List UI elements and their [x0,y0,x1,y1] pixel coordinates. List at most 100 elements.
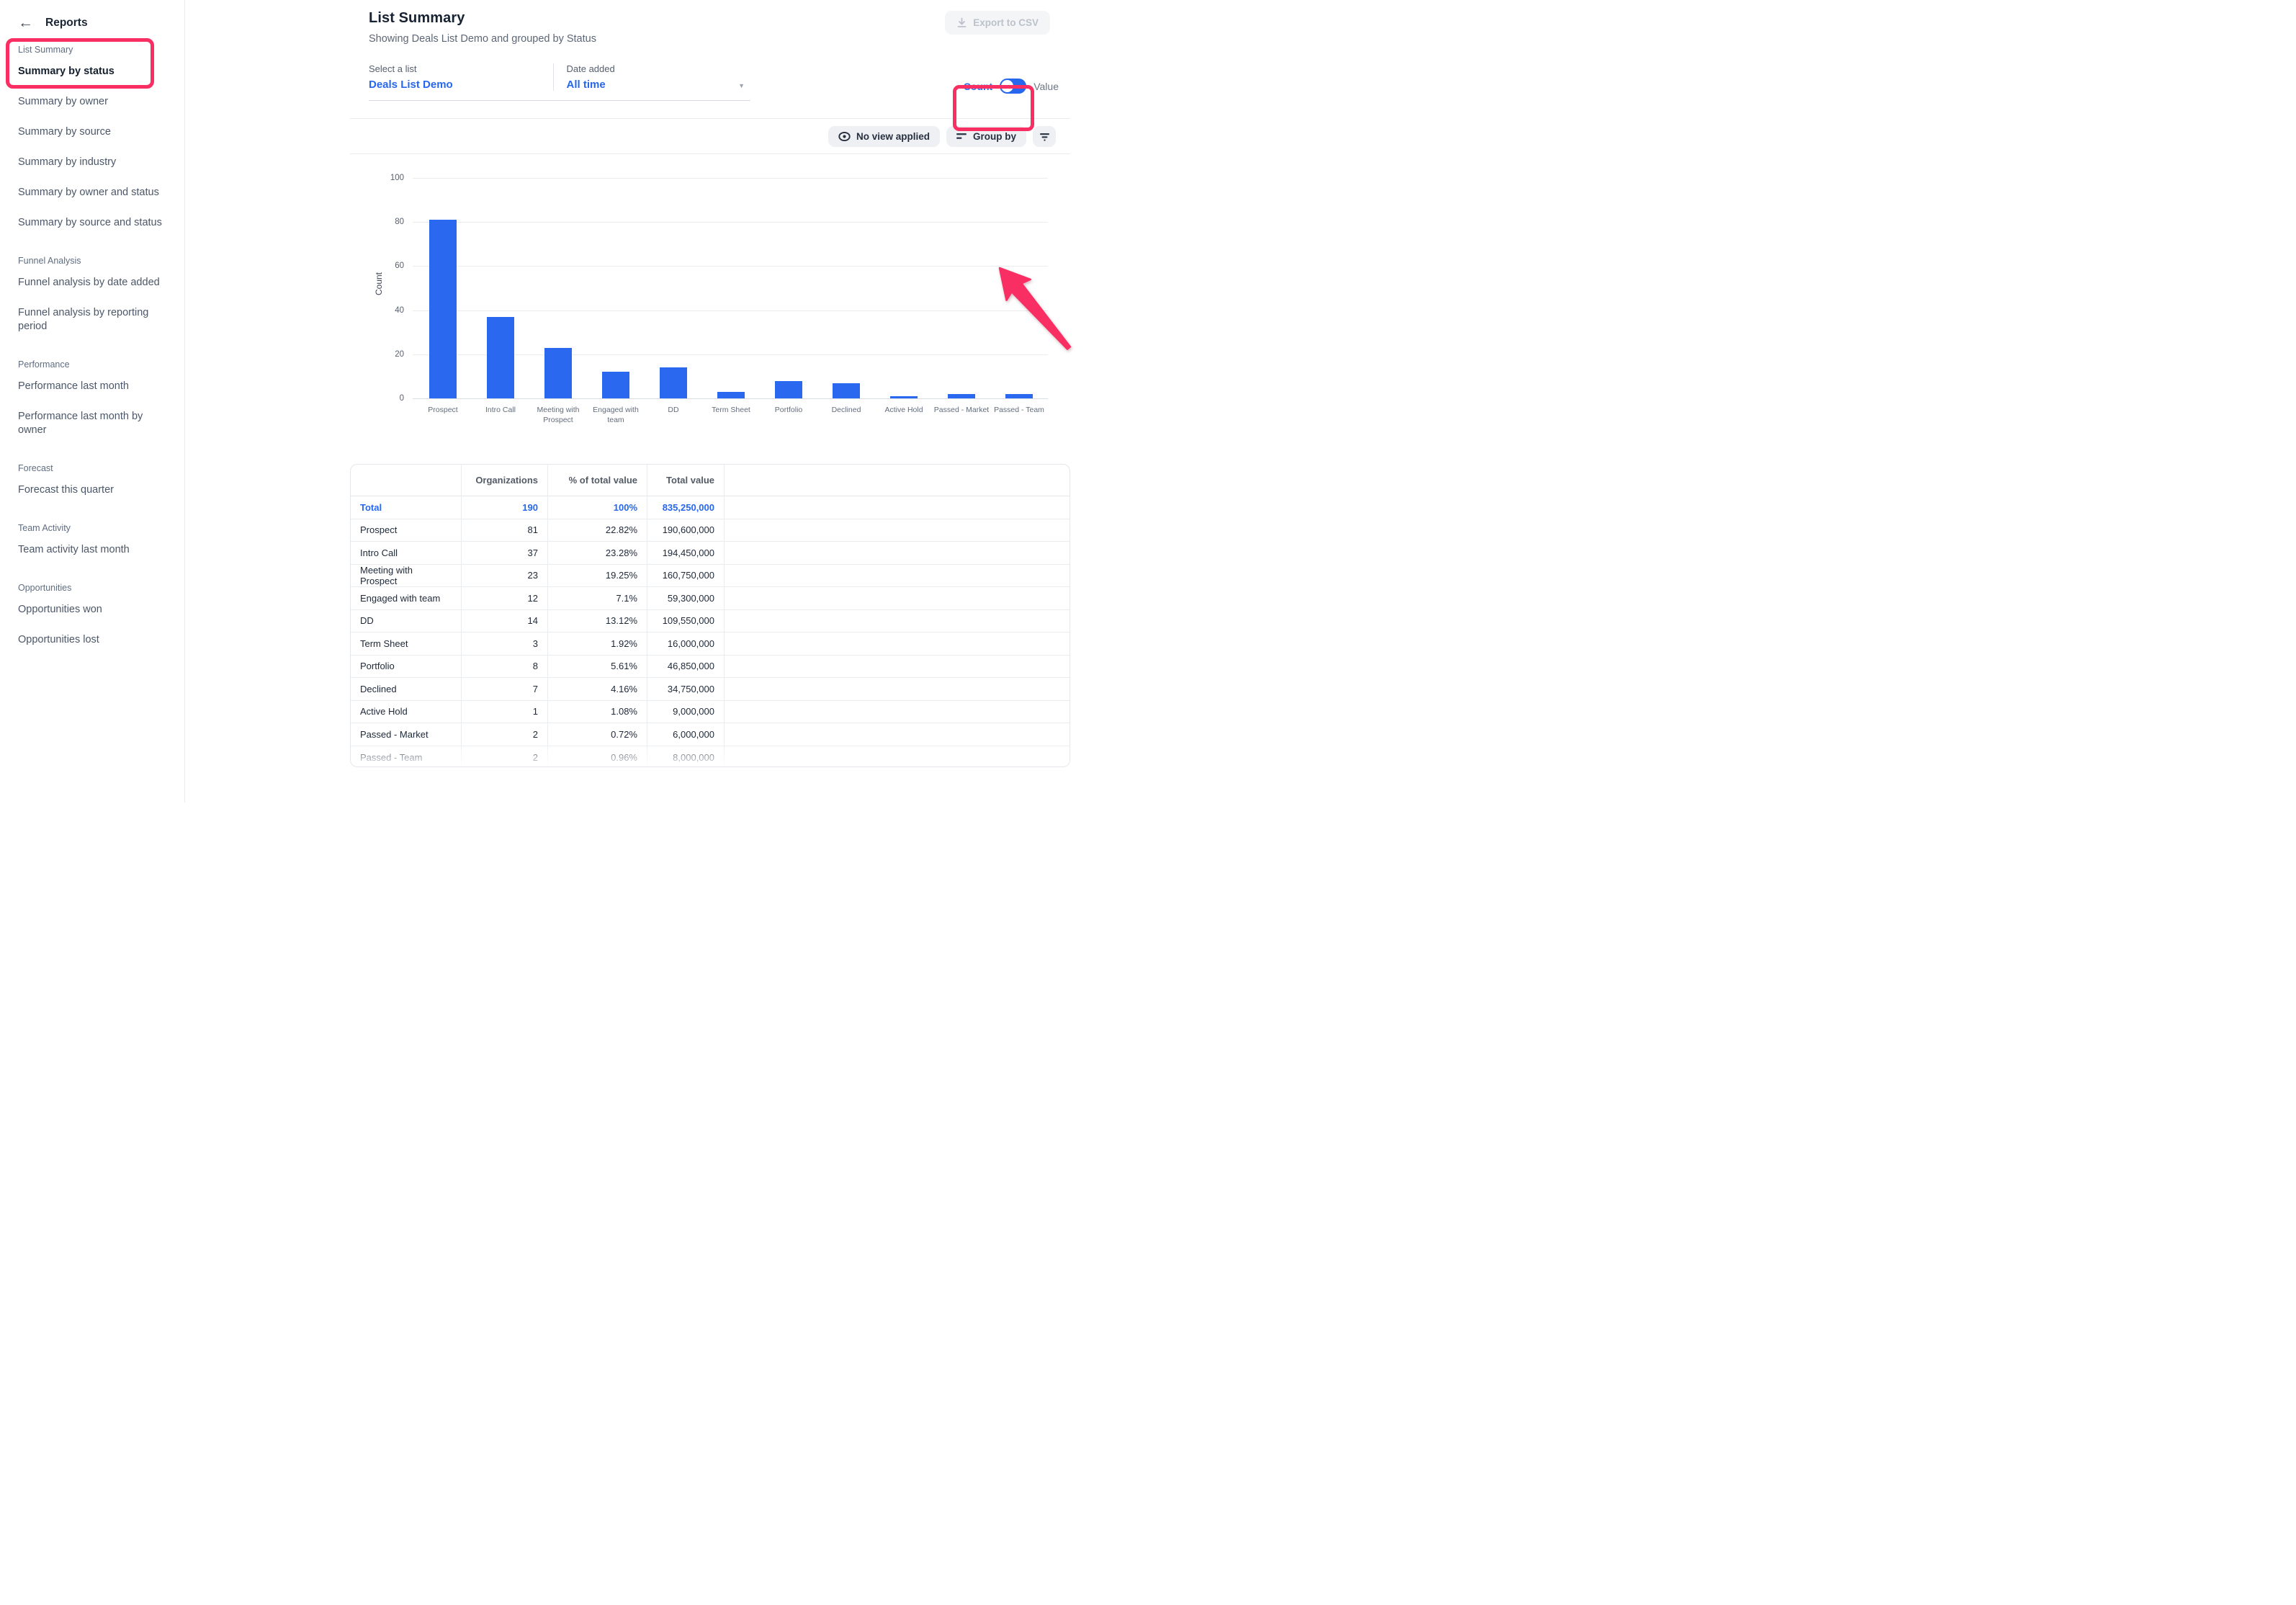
cell-total-value: 9,000,000 [647,701,725,723]
no-view-applied-button[interactable]: No view applied [828,126,940,147]
cell-organizations: 2 [462,746,548,768]
group-by-icon [956,132,967,140]
bar-intro-call[interactable] [487,317,514,398]
group-by-button[interactable]: Group by [946,126,1026,147]
cell-pct-of-total-value: 13.12% [548,610,647,632]
cell-pct-of-total-value: 5.61% [548,656,647,678]
bar-passed-team[interactable] [1005,394,1033,398]
download-icon [956,17,967,28]
cell-total-value: 194,450,000 [647,542,725,564]
table-row-passed-team[interactable]: Passed - Team20.96%8,000,000 [351,746,1069,768]
sidebar-item-summary-by-owner[interactable]: Summary by owner [18,86,171,117]
bar-prospect[interactable] [429,220,457,398]
chart-plot-area: 100806040200ProspectIntro CallMeeting wi… [413,178,1048,398]
table-row-prospect[interactable]: Prospect8122.82%190,600,000 [351,519,1069,542]
table-row-portfolio[interactable]: Portfolio85.61%46,850,000 [351,656,1069,679]
sidebar-item-summary-by-source[interactable]: Summary by source [18,117,171,147]
table-row-active-hold[interactable]: Active Hold11.08%9,000,000 [351,701,1069,724]
group-by-label: Group by [973,131,1016,142]
cell-organizations: 8 [462,656,548,678]
list-select-label: Select a list [369,63,553,74]
y-axis-title: Count [374,272,384,295]
table-row-dd[interactable]: DD1413.12%109,550,000 [351,610,1069,633]
cell-total-value: 46,850,000 [647,656,725,678]
cell-total-value: 835,250,000 [647,496,725,519]
main-content: List Summary Showing Deals List Demo and… [350,0,1070,802]
table-row-declined[interactable]: Declined74.16%34,750,000 [351,678,1069,701]
cell-name: Engaged with team [351,587,462,609]
export-to-csv-label: Export to CSV [973,17,1039,28]
y-tick-label: 60 [375,261,404,270]
table-row-engaged-with-team[interactable]: Engaged with team127.1%59,300,000 [351,587,1069,610]
table-row-meeting-with-prospect[interactable]: Meeting with Prospect2319.25%160,750,000 [351,565,1069,588]
cell-pct-of-total-value: 4.16% [548,678,647,700]
cell-total-value: 6,000,000 [647,723,725,746]
table-row-intro-call[interactable]: Intro Call3723.28%194,450,000 [351,542,1069,565]
table-row-passed-market[interactable]: Passed - Market20.72%6,000,000 [351,723,1069,746]
sidebar-item-opportunities-lost[interactable]: Opportunities lost [18,625,171,655]
cell-filler [725,587,1069,609]
column-header: Total value [647,465,725,496]
cell-name: DD [351,610,462,632]
bar-engaged-with-team[interactable] [602,372,629,398]
sidebar-item-opportunities-won[interactable]: Opportunities won [18,594,171,625]
y-tick-label: 20 [375,350,404,359]
sidebar-item-summary-by-source-and-status[interactable]: Summary by source and status [18,207,171,238]
cell-filler [725,656,1069,678]
cell-total-value: 16,000,000 [647,632,725,655]
x-axis-label: Term Sheet [700,406,762,416]
sidebar-item-funnel-analysis-by-reporting-period[interactable]: Funnel analysis by reporting period [18,298,171,341]
value-toggle-label[interactable]: Value [1033,81,1059,92]
sidebar-item-summary-by-owner-and-status[interactable]: Summary by owner and status [18,177,171,207]
bar-passed-market[interactable] [948,394,975,398]
sidebar-item-summary-by-status[interactable]: Summary by status [18,56,171,86]
sidebar-header: ← Reports [18,16,171,30]
cell-name: Prospect [351,519,462,542]
sidebar-item-team-activity-last-month[interactable]: Team activity last month [18,535,171,565]
gridline-80 [413,222,1048,223]
cell-name: Term Sheet [351,632,462,655]
column-header [725,465,1069,496]
sidebar-item-summary-by-industry[interactable]: Summary by industry [18,147,171,177]
back-arrow-icon[interactable]: ← [18,16,33,30]
bar-meeting-with-prospect[interactable] [544,348,572,398]
count-toggle-label[interactable]: Count [964,81,992,92]
bar-active-hold[interactable] [890,396,918,398]
cell-name: Passed - Market [351,723,462,746]
x-axis-label: Portfolio [758,406,820,416]
chevron-down-icon[interactable]: ▼ [738,82,745,89]
cell-filler [725,565,1069,587]
filter-button[interactable] [1033,126,1056,147]
sidebar-section-label: Funnel Analysis [18,256,171,266]
no-view-applied-label: No view applied [856,131,930,142]
sidebar-title: Reports [45,17,88,30]
sidebar-item-forecast-this-quarter[interactable]: Forecast this quarter [18,475,171,505]
date-added-value[interactable]: All time [567,79,751,91]
cell-organizations: 37 [462,542,548,564]
bar-dd[interactable] [660,367,687,398]
cell-pct-of-total-value: 1.08% [548,701,647,723]
bar-declined[interactable] [833,383,860,398]
date-added-select[interactable]: Date added All time ▼ [553,63,751,91]
sidebar-section-label: Forecast [18,463,171,473]
reports-sidebar: ← Reports List SummarySummary by statusS… [0,0,185,802]
count-value-toggle[interactable] [1000,79,1026,94]
bar-portfolio[interactable] [775,381,802,398]
table-row-term-sheet[interactable]: Term Sheet31.92%16,000,000 [351,632,1069,656]
list-select[interactable]: Select a list Deals List Demo [369,63,553,91]
export-to-csv-button[interactable]: Export to CSV [945,11,1050,35]
sidebar-item-funnel-analysis-by-date-added[interactable]: Funnel analysis by date added [18,267,171,298]
cell-organizations: 7 [462,678,548,700]
table-row-total[interactable]: Total190100%835,250,000 [351,496,1069,519]
cell-pct-of-total-value: 0.96% [548,746,647,768]
sidebar-item-performance-last-month-by-owner[interactable]: Performance last month by owner [18,401,171,445]
bar-term-sheet[interactable] [717,392,745,398]
cell-organizations: 14 [462,610,548,632]
sidebar-item-performance-last-month[interactable]: Performance last month [18,371,171,401]
cell-organizations: 3 [462,632,548,655]
eye-icon [838,132,851,141]
list-select-value[interactable]: Deals List Demo [369,79,553,91]
cell-name: Active Hold [351,701,462,723]
sidebar-sections: List SummarySummary by statusSummary by … [18,45,171,655]
cell-pct-of-total-value: 22.82% [548,519,647,542]
